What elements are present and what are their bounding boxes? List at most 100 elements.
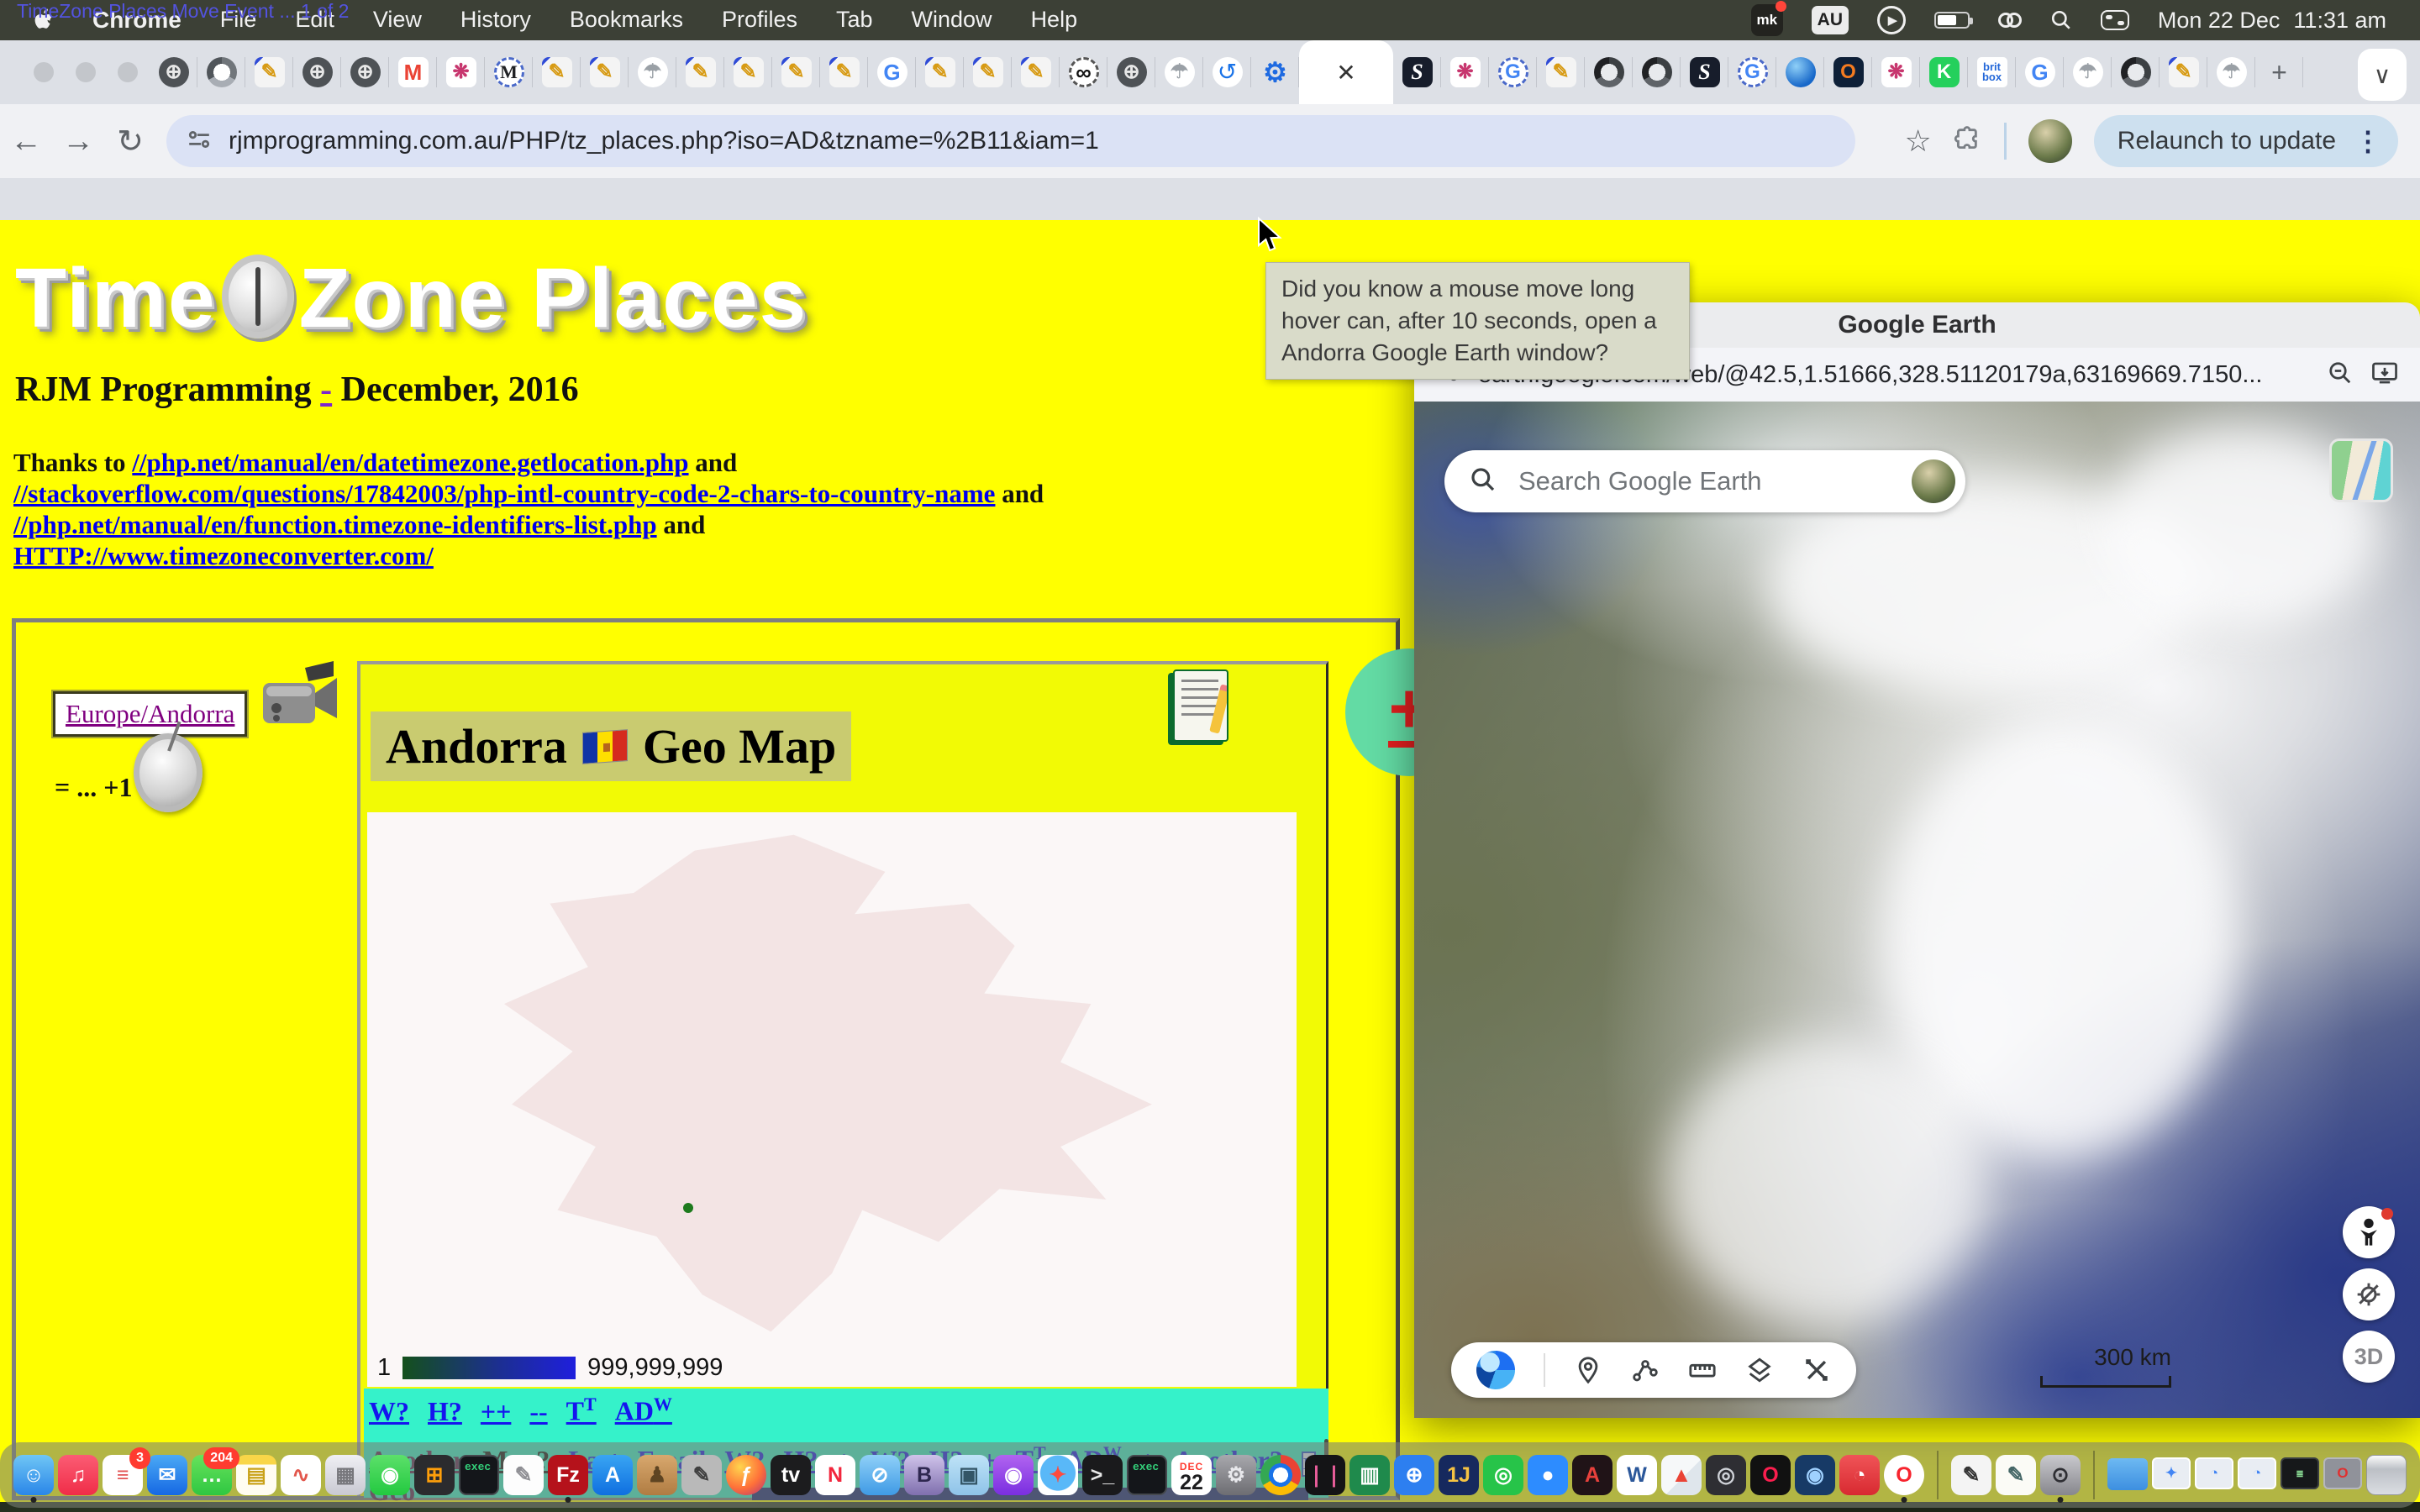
tab-globe-20[interactable]: ⊕ — [1107, 40, 1155, 104]
dock-item-chrome[interactable] — [1260, 1455, 1301, 1495]
3d-toggle-button[interactable]: 3D — [2343, 1331, 2395, 1383]
tab-mush-10[interactable]: ☂ — [629, 40, 676, 104]
tab-dots-35[interactable]: ❋ — [1872, 40, 1920, 104]
dock-item-green-cam-app[interactable]: ◎ — [1483, 1455, 1523, 1495]
tab-mush-39[interactable]: ☂ — [2064, 40, 2112, 104]
continuity-icon[interactable] — [1998, 13, 2022, 28]
dock-item-freeform[interactable]: ∿ — [281, 1455, 321, 1495]
playback-icon[interactable]: ▶ — [1877, 6, 1906, 34]
dock-item-messages[interactable]: …204 — [192, 1455, 232, 1495]
tab-o-34[interactable]: O — [1824, 40, 1872, 104]
dock-item-podcasts[interactable]: ◉ — [993, 1455, 1034, 1495]
layers-icon[interactable] — [1745, 1356, 1774, 1384]
tab-pen-28[interactable]: ✎ — [1537, 40, 1585, 104]
pin-icon[interactable] — [1574, 1356, 1602, 1384]
dock-item-chrome-window-thumb-2[interactable]: ◔ — [2238, 1457, 2276, 1493]
tab-s-31[interactable]: S — [1681, 40, 1728, 104]
tab-search-button[interactable]: ∨ — [2358, 49, 2407, 101]
tab-mdash-7[interactable]: M — [485, 40, 533, 104]
tab-abc-19[interactable]: ∞ — [1060, 40, 1107, 104]
dock-item-terminal-window-thumb[interactable]: ≣ — [2281, 1457, 2319, 1493]
tab-pen-18[interactable]: ✎ — [1012, 40, 1060, 104]
tab-pen-17[interactable]: ✎ — [964, 40, 1012, 104]
location-disabled-button[interactable] — [2343, 1268, 2395, 1320]
path-icon[interactable] — [1631, 1356, 1660, 1384]
dock-item-stickies-pen-1[interactable]: ✎ — [1951, 1455, 1991, 1495]
tt-link[interactable]: TT — [566, 1394, 597, 1427]
menu-clock[interactable]: Mon 22 Dec11:31 am — [2158, 8, 2386, 34]
dock-item-image-capture[interactable]: ▣ — [949, 1455, 989, 1495]
tab-brit-37[interactable]: brit box — [1968, 40, 2016, 104]
dock-item-terminal[interactable]: exec — [459, 1455, 499, 1495]
dock-item-music[interactable]: ♫ — [58, 1455, 98, 1495]
google-earth-logo-icon[interactable] — [1476, 1351, 1515, 1389]
tab-pen-41[interactable]: ✎ — [2160, 40, 2207, 104]
ruler-icon[interactable] — [1688, 1356, 1717, 1384]
tab-pen-2[interactable]: ✎ — [245, 40, 293, 104]
notepad-icon[interactable] — [1173, 669, 1228, 742]
dock-item-reminders[interactable]: ≡3 — [103, 1455, 143, 1495]
spotlight-icon[interactable] — [2050, 9, 2072, 31]
php-getlocation-link[interactable]: //php.net/manual/en/datetimezone.getloca… — [132, 448, 688, 477]
tab-pen-14[interactable]: ✎ — [820, 40, 868, 104]
tab-mush-42[interactable]: ☂ — [2207, 40, 2255, 104]
tab-chrome-dark-40[interactable] — [2112, 40, 2160, 104]
tab-globe-3[interactable]: ⊕ — [293, 40, 341, 104]
dock-item-opera-window-thumb[interactable]: O — [2323, 1457, 2362, 1493]
tab-g-38[interactable]: G — [2016, 40, 2064, 104]
dock-item-safari[interactable]: ✦ — [1038, 1455, 1078, 1495]
dock-item-facetime[interactable]: ◉ — [370, 1455, 410, 1495]
dock-item-app-store[interactable]: A — [592, 1455, 633, 1495]
dock-item-blue-cam-app[interactable]: ◉ — [1795, 1455, 1835, 1495]
forward-button[interactable]: → — [52, 123, 104, 160]
adw-link[interactable]: ADW — [615, 1394, 672, 1427]
battery-icon[interactable] — [1934, 12, 1970, 29]
reload-button[interactable]: ↻ — [104, 123, 156, 160]
dock-item-chrome-window-thumb-1[interactable]: ◔ — [2195, 1457, 2233, 1493]
extensions-icon[interactable] — [1954, 125, 1982, 158]
menu-item-help[interactable]: Help — [1031, 7, 1078, 34]
dock-item-one-j-app[interactable]: 1J — [1439, 1455, 1479, 1495]
tab-k-36[interactable]: K — [1920, 40, 1968, 104]
dock-item-accessibility[interactable]: ⊙ — [2040, 1455, 2081, 1495]
tab-pen-8[interactable]: ✎ — [533, 40, 581, 104]
plusplus-link[interactable]: ++ — [481, 1396, 511, 1427]
satellite-map[interactable]: Search Google Earth 3D — [1414, 402, 2420, 1418]
address-bar[interactable]: rjmprogramming.com.au/PHP/tz_places.php?… — [166, 115, 1855, 167]
tab-plus-43[interactable]: + — [2255, 40, 2303, 104]
close-icon[interactable]: ✕ — [1336, 59, 1355, 87]
dock-item-finder[interactable]: ☺ — [13, 1455, 54, 1495]
tab-pen-13[interactable]: ✎ — [772, 40, 820, 104]
minimap-thumbnail[interactable] — [2329, 438, 2393, 502]
tab-pen-9[interactable]: ✎ — [581, 40, 629, 104]
url-text[interactable]: rjmprogramming.com.au/PHP/tz_places.php?… — [229, 127, 1099, 155]
tab-gear-23[interactable]: ⚙ — [1251, 40, 1299, 104]
dock-item-maps-app[interactable]: ▲ — [1661, 1455, 1702, 1495]
tab-pen-12[interactable]: ✎ — [724, 40, 772, 104]
tab-sphere-33[interactable] — [1776, 40, 1824, 104]
dock-item-firefox[interactable]: ƒ — [726, 1455, 766, 1495]
tab-dots-6[interactable]: ❋ — [437, 40, 485, 104]
dock-item-blue-globe-app[interactable]: ⊕ — [1394, 1455, 1434, 1495]
dock-item-calculator[interactable]: ⊞ — [414, 1455, 455, 1495]
menu-item-view[interactable]: View — [373, 7, 422, 34]
menu-app-icon[interactable]: mk — [1751, 4, 1783, 36]
tab-globe-4[interactable]: ⊕ — [341, 40, 389, 104]
tab-gdash-32[interactable]: G — [1728, 40, 1776, 104]
geo-map-panel[interactable]: 1 999,999,999 — [367, 812, 1297, 1387]
tab-hist-22[interactable]: ↺ — [1203, 40, 1251, 104]
tools-icon[interactable] — [1802, 1356, 1831, 1384]
menu-item-window[interactable]: Window — [912, 7, 992, 34]
tab-gmail-5[interactable]: M — [389, 40, 437, 104]
tab-mush-21[interactable]: ☂ — [1155, 40, 1203, 104]
dock-item-green-chart-app[interactable]: ▥ — [1349, 1455, 1390, 1495]
dock-item-notes[interactable]: ▤ — [236, 1455, 276, 1495]
bookmark-star-icon[interactable]: ☆ — [1905, 123, 1932, 159]
menu-item-history[interactable]: History — [460, 7, 531, 34]
install-app-icon[interactable] — [2371, 360, 2398, 390]
dock-item-audacity[interactable]: A — [1572, 1455, 1612, 1495]
stackoverflow-link[interactable]: //stackoverflow.com/questions/17842003/p… — [13, 479, 995, 508]
dock-item-calendar[interactable]: DEC22 — [1171, 1455, 1212, 1495]
dock-item-apple-tv[interactable]: tv — [771, 1455, 811, 1495]
dash-link[interactable]: - — [320, 370, 332, 409]
